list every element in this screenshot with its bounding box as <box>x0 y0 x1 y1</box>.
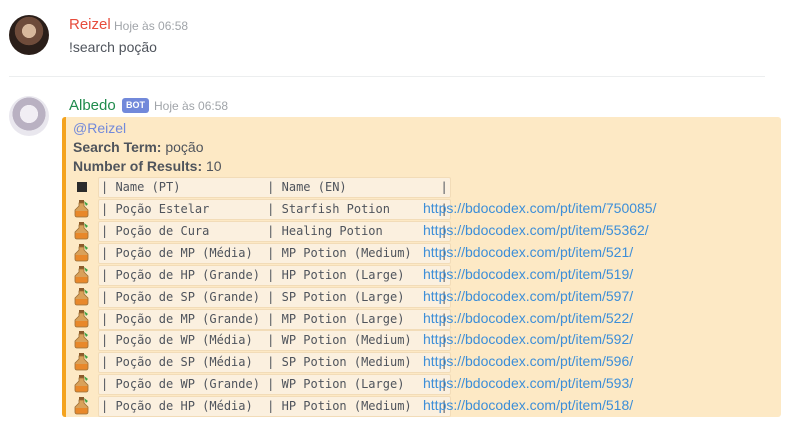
potion-icon <box>74 309 90 328</box>
table-row: | Poção de MP (Grande) | MP Potion (Larg… <box>66 308 781 330</box>
message-content: !search poção <box>69 39 157 55</box>
table-header: | Name (PT) | Name (EN) | <box>98 177 451 198</box>
table-row: | Poção de Cura | Healing Potion | https:… <box>66 220 781 242</box>
item-names-cell: | Poção de HP (Grande) | HP Potion (Larg… <box>98 264 451 286</box>
item-link[interactable]: https://bdocodex.com/pt/item/750085/ <box>423 199 656 218</box>
table-row: | Poção de WP (Média) | WP Potion (Mediu… <box>66 329 781 352</box>
table-row: | Poção de HP (Média) | HP Potion (Mediu… <box>66 395 781 418</box>
user-mention[interactable]: @Reizel <box>73 120 126 136</box>
table-header-row: | Name (PT) | Name (EN) | <box>66 176 781 198</box>
timestamp: Hoje às 06:58 <box>114 19 189 33</box>
search-term: Search Term: poção <box>73 139 204 155</box>
search-term-label: Search Term: <box>73 139 162 155</box>
potion-icon <box>74 353 90 371</box>
item-link[interactable]: https://bdocodex.com/pt/item/593/ <box>423 374 633 393</box>
table-row: | Poção de HP (Grande) | HP Potion (Larg… <box>66 264 781 286</box>
item-names-cell: | Poção de SP (Grande) | SP Potion (Larg… <box>98 286 451 308</box>
item-link[interactable]: https://bdocodex.com/pt/item/592/ <box>423 330 633 349</box>
item-names-cell: | Poção Estelar | Starfish Potion | <box>98 199 451 220</box>
item-link[interactable]: https://bdocodex.com/pt/item/519/ <box>423 265 633 284</box>
item-link[interactable]: https://bdocodex.com/pt/item/597/ <box>423 287 633 306</box>
message-divider <box>9 76 765 77</box>
timestamp: Hoje às 06:58 <box>154 99 229 113</box>
item-link[interactable]: https://bdocodex.com/pt/item/55362/ <box>423 221 649 240</box>
avatar[interactable] <box>9 15 49 55</box>
table-row: | Poção de SP (Grande) | SP Potion (Larg… <box>66 286 781 308</box>
embed: @Reizel Search Term: poção Number of Res… <box>62 117 781 418</box>
number-of-results: Number of Results: 10 <box>73 158 222 174</box>
username[interactable]: Albedo <box>69 97 116 114</box>
potion-icon <box>74 397 90 415</box>
bot-badge: BOT <box>122 98 149 113</box>
avatar[interactable] <box>9 96 49 136</box>
table-row: | Poção Estelar | Starfish Potion | https… <box>66 198 781 220</box>
item-names-cell: | Poção de HP (Média) | HP Potion (Mediu… <box>98 396 451 418</box>
potion-icon <box>74 200 90 218</box>
item-link[interactable]: https://bdocodex.com/pt/item/596/ <box>423 352 633 371</box>
item-names-cell: | Poção de Cura | Healing Potion | <box>98 220 451 242</box>
item-link[interactable]: https://bdocodex.com/pt/item/521/ <box>423 243 633 262</box>
item-link[interactable]: https://bdocodex.com/pt/item/522/ <box>423 309 633 328</box>
item-names-cell: | Poção de SP (Média) | SP Potion (Mediu… <box>98 352 451 374</box>
potion-icon <box>74 287 90 306</box>
table-row: | Poção de WP (Grande) | WP Potion (Larg… <box>66 373 781 396</box>
item-names-cell: | Poção de WP (Média) | WP Potion (Mediu… <box>98 330 451 352</box>
table-row: | Poção de SP (Média) | SP Potion (Mediu… <box>66 351 781 374</box>
potion-icon <box>74 265 90 284</box>
potion-icon <box>74 221 90 240</box>
potion-icon <box>74 243 90 262</box>
potion-icon <box>74 331 90 349</box>
table-row: | Poção de MP (Média) | MP Potion (Mediu… <box>66 242 781 264</box>
black-square-icon <box>77 182 87 192</box>
potion-icon <box>74 375 90 393</box>
search-term-value: poção <box>161 139 204 155</box>
num-results-value: 10 <box>202 158 222 174</box>
item-link[interactable]: https://bdocodex.com/pt/item/518/ <box>423 396 633 415</box>
item-names-cell: | Poção de WP (Grande) | WP Potion (Larg… <box>98 374 451 396</box>
num-results-label: Number of Results: <box>73 158 203 174</box>
item-names-cell: | Poção de MP (Média) | MP Potion (Mediu… <box>98 242 451 264</box>
item-names-cell: | Poção de MP (Grande) | MP Potion (Larg… <box>98 308 451 330</box>
username[interactable]: Reizel <box>69 16 111 33</box>
